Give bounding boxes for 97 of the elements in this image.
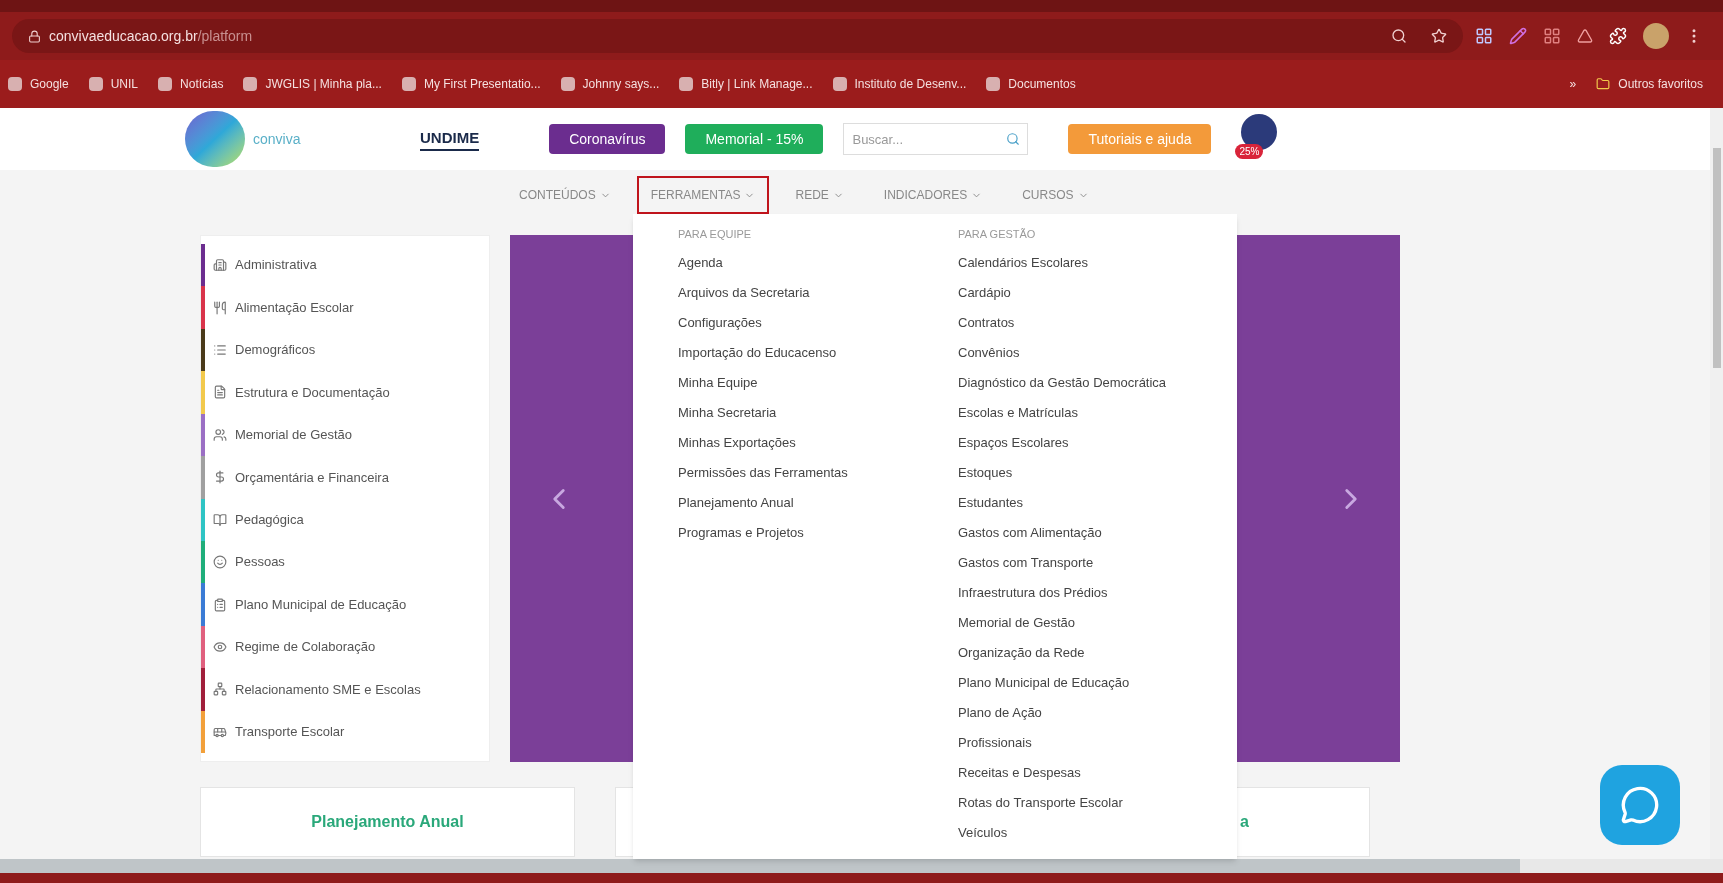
puzzle-icon[interactable] xyxy=(1609,27,1627,45)
menu-item[interactable]: Planejamento Anual xyxy=(678,488,928,518)
menu-item[interactable]: Memorial de Gestão xyxy=(958,608,1208,638)
menu-item[interactable]: Receitas e Despesas xyxy=(958,758,1208,788)
menu-item[interactable]: Minha Secretaria xyxy=(678,398,928,428)
menu-heading: PARA GESTÃO xyxy=(958,227,1037,242)
logo-text: conviva xyxy=(253,129,301,149)
address-bar[interactable]: convivaeducacao.org.br/platform xyxy=(12,19,1463,53)
favicon-icon xyxy=(401,77,416,91)
favicon-icon xyxy=(986,77,1001,91)
pencil-icon[interactable] xyxy=(1509,27,1527,45)
menu-heading: PARA EQUIPE xyxy=(678,227,753,242)
menu-item[interactable]: Configurações xyxy=(678,308,928,338)
bookmark[interactable]: Bitly | Link Manage... xyxy=(679,75,813,93)
book-icon xyxy=(213,512,227,527)
search-field[interactable]: Buscar... xyxy=(843,123,1029,155)
profile-avatar[interactable] xyxy=(1643,23,1669,49)
menu-item[interactable]: Agenda xyxy=(678,248,928,278)
menu-item[interactable]: Calendários Escolares xyxy=(958,248,1208,278)
bookmark[interactable]: Instituto de Desenv... xyxy=(832,75,967,93)
category-item[interactable]: Demográficos xyxy=(205,328,316,372)
category-item[interactable]: Pedagógica xyxy=(205,498,304,541)
partner-logo: UNDIME xyxy=(420,126,480,152)
bookmark[interactable]: UNIL xyxy=(88,75,139,93)
menu-item[interactable]: Rotas do Transporte Escolar xyxy=(958,788,1208,818)
url-host: convivaeducacao.org.br xyxy=(49,26,198,46)
grid-icon[interactable] xyxy=(1543,27,1561,45)
menu-item[interactable]: Infraestrutura dos Prédios xyxy=(958,578,1208,608)
other-bookmarks[interactable]: Outros favoritos xyxy=(1596,75,1715,93)
category-item[interactable]: Administrativa xyxy=(205,244,317,287)
menu-item[interactable]: Arquivos da Secretaria xyxy=(678,278,928,308)
header-button[interactable]: Coronavírus xyxy=(549,124,666,154)
lock-icon xyxy=(28,29,41,43)
avatar-badge: 25% xyxy=(1235,144,1264,159)
menu-item[interactable]: Diagnóstico da Gestão Democrática xyxy=(958,368,1208,398)
bookmark[interactable]: JWGLIS | Minha pla... xyxy=(243,75,382,93)
menu-item[interactable]: Plano de Ação xyxy=(958,698,1208,728)
bookmark[interactable]: Johnny says... xyxy=(560,75,660,93)
category-item[interactable]: Regime de Colaboração xyxy=(205,625,376,669)
search-icon[interactable] xyxy=(1391,28,1407,44)
menu-item[interactable]: Permissões das Ferramentas xyxy=(678,458,928,488)
favicon-icon xyxy=(8,77,22,91)
category-item[interactable]: Transporte Escolar xyxy=(205,710,345,754)
people-icon xyxy=(213,427,227,442)
folder-icon xyxy=(1596,77,1611,91)
url-path: /platform xyxy=(197,26,253,46)
document-icon xyxy=(213,385,227,400)
category-item[interactable]: Memorial de Gestão xyxy=(205,413,353,457)
favicon-icon xyxy=(832,77,847,91)
favicon-icon xyxy=(560,77,575,91)
chat-button[interactable] xyxy=(1600,765,1680,845)
menu-item[interactable]: Gastos com Transporte xyxy=(958,548,1208,578)
menu-item[interactable]: Organização da Rede xyxy=(958,638,1208,668)
favicon-icon xyxy=(88,77,103,91)
category-item[interactable]: Plano Municipal de Educação xyxy=(205,583,407,626)
menu-item[interactable]: Convênios xyxy=(958,338,1208,368)
triangle-icon[interactable] xyxy=(1577,28,1593,44)
search-icon xyxy=(1006,132,1021,146)
grid-icon[interactable] xyxy=(1475,27,1493,45)
network-icon xyxy=(213,682,227,697)
category-item[interactable]: Estrutura e Documentação xyxy=(205,371,390,414)
bookmark[interactable]: Google xyxy=(8,75,69,93)
favicon-icon xyxy=(243,77,258,91)
bookmark[interactable]: My First Presentatio... xyxy=(401,75,541,93)
eye-icon xyxy=(213,640,227,654)
category-item[interactable]: Alimentação Escolar xyxy=(205,286,354,329)
favicon-icon xyxy=(679,77,694,91)
menu-item[interactable]: Estudantes xyxy=(958,488,1208,518)
menu-item[interactable]: Espaços Escolares xyxy=(958,428,1208,458)
menu-item[interactable]: Programas e Projetos xyxy=(678,518,928,548)
building-icon xyxy=(213,258,227,273)
menu-item[interactable]: Importação do Educacenso xyxy=(678,338,928,368)
utensils-icon xyxy=(213,300,227,315)
menu-item[interactable]: Veículos xyxy=(958,818,1208,848)
smile-icon xyxy=(213,555,227,570)
favicon-icon xyxy=(158,77,173,91)
vertical-scrollbar[interactable] xyxy=(1710,108,1723,859)
list-icon xyxy=(213,343,227,358)
bookmark[interactable]: Notícias xyxy=(158,75,224,93)
clipboard-icon xyxy=(213,597,227,612)
menu-item[interactable]: Estoques xyxy=(958,458,1208,488)
menu-item[interactable]: Escolas e Matrículas xyxy=(958,398,1208,428)
menu-item[interactable]: Contratos xyxy=(958,308,1208,338)
menu-item[interactable]: Minha Equipe xyxy=(678,368,928,398)
category-item[interactable]: Relacionamento SME e Escolas xyxy=(205,668,421,711)
chat-icon xyxy=(1620,785,1660,825)
menu-item[interactable]: Cardápio xyxy=(958,278,1208,308)
menu-item[interactable]: Gastos com Alimentação xyxy=(958,518,1208,548)
menu-item[interactable]: Plano Municipal de Educação xyxy=(958,668,1208,698)
category-item[interactable]: Orçamentária e Financeira xyxy=(205,456,389,499)
menu-item[interactable]: Minhas Exportações xyxy=(678,428,928,458)
horizontal-scrollbar[interactable] xyxy=(0,859,1723,873)
bookmark[interactable]: Documentos xyxy=(986,75,1076,93)
category-item[interactable]: Pessoas xyxy=(205,540,285,584)
more-bookmarks[interactable]: » xyxy=(1569,75,1577,93)
menu-item[interactable]: Profissionais xyxy=(958,728,1208,758)
star-icon[interactable] xyxy=(1431,28,1447,44)
